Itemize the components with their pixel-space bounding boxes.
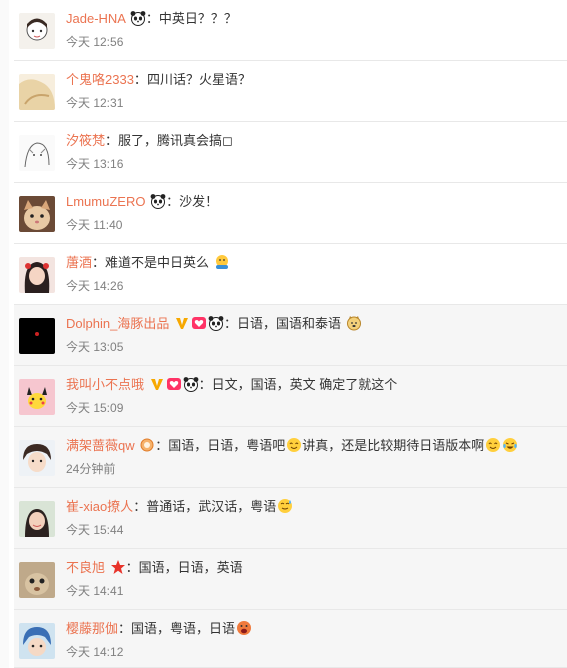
username-link[interactable]: 不良旭	[66, 560, 105, 575]
comment-text: 服了，腾讯真会搞◻	[118, 133, 233, 148]
smile-emoji	[286, 437, 302, 453]
panda-icon	[208, 315, 224, 331]
username-link[interactable]: Dolphin_海豚出品	[66, 316, 169, 331]
comment-text: 四川话？火星语？	[146, 72, 251, 87]
panda-icon	[150, 193, 166, 209]
avatar[interactable]	[19, 562, 55, 598]
comment-item: 不良旭 ：国语，日语，英语 今天 14:41	[14, 549, 567, 610]
comment-time: 今天 15:44	[66, 523, 124, 537]
comment-time: 今天 14:12	[66, 645, 124, 659]
comment-item: LmumuZERO ：沙发！ 今天 11:40	[14, 183, 567, 244]
comment-line: 樱藤那伽：国语，粤语，日语	[66, 620, 252, 638]
star-badge-icon[interactable]	[110, 559, 126, 575]
comment-text: 日语，国语和泰语	[236, 316, 341, 331]
comment-line: 满架蔷薇qw ：国语，日语，粤语吧 讲真，还是比较期待日语版本啊	[66, 437, 518, 455]
avatar[interactable]	[19, 623, 55, 659]
comment-item: 个鬼咯2333：四川话？火星语？ 今天 12:31	[14, 61, 567, 122]
comment-time: 今天 12:31	[66, 96, 124, 110]
comment-line: 个鬼咯2333：四川话？火星语？	[66, 72, 251, 87]
avatar[interactable]	[19, 440, 55, 476]
doge-emoji	[346, 315, 362, 331]
comment-time: 今天 14:41	[66, 584, 124, 598]
username-link[interactable]: 个鬼咯2333	[66, 72, 134, 87]
comment-line: Dolphin_海豚出品 ：日语，国语和泰语	[66, 315, 362, 333]
avatar[interactable]	[19, 13, 55, 49]
comment-text: 国语，日语，粤语吧	[168, 438, 286, 453]
comment-item: 蓎酒：难道不是中日英么 今天 14:26	[14, 244, 567, 305]
comment-item: Dolphin_海豚出品 ：日语，国语和泰语 今天 13:05	[14, 305, 567, 366]
comment-line: Jade-HNA ：中英日？？？	[66, 10, 237, 26]
username-link[interactable]: 崔-xiao撩人	[66, 499, 133, 514]
comment-item: Jade-HNA ：中英日？？？ 今天 12:56	[14, 0, 567, 61]
avatar[interactable]	[19, 135, 55, 171]
avatar[interactable]	[19, 379, 55, 415]
hug-emoji	[214, 254, 230, 270]
left-margin	[0, 0, 9, 668]
avatar[interactable]	[19, 257, 55, 293]
username-link[interactable]: 蓎酒	[66, 255, 92, 270]
panda-icon	[130, 10, 146, 26]
medal-icon[interactable]	[139, 437, 155, 453]
comment-time: 今天 12:56	[66, 35, 124, 49]
username-link[interactable]: 樱藤那伽	[66, 621, 118, 636]
vip-v-icon[interactable]	[174, 315, 190, 331]
cry-laugh-emoji	[502, 437, 518, 453]
heart-badge-icon[interactable]	[166, 376, 182, 392]
comment-text: 中英日？？？	[158, 11, 237, 26]
comment-item: 崔-xiao撩人：普通话，武汉话，粤语 今天 15:44	[14, 488, 567, 549]
comment-time: 24分钟前	[66, 462, 116, 476]
comment-time: 今天 15:09	[66, 401, 124, 415]
comment-line: 崔-xiao撩人：普通话，武汉话，粤语	[66, 498, 293, 516]
comment-text: 沙发！	[179, 194, 219, 209]
username-link[interactable]: LmumuZERO	[66, 194, 145, 209]
comment-list: Jade-HNA ：中英日？？？ 今天 12:56 个鬼咯2333：四川话？火星…	[0, 0, 567, 668]
comment-text: 国语，日语，英语	[138, 560, 243, 575]
username-link[interactable]: 满架蔷薇qw	[66, 438, 135, 453]
comment-time: 今天 13:16	[66, 157, 124, 171]
username-link[interactable]: 汐筱梵	[66, 133, 105, 148]
comment-item: 汐筱梵：服了，腾讯真会搞◻ 今天 13:16	[14, 122, 567, 183]
comment-item: 满架蔷薇qw ：国语，日语，粤语吧 讲真，还是比较期待日语版本啊 24分钟前	[14, 427, 567, 488]
comment-line: LmumuZERO ：沙发！	[66, 193, 219, 209]
username-link[interactable]: Jade-HNA	[66, 11, 125, 26]
comment-line: 汐筱梵：服了，腾讯真会搞◻	[66, 133, 233, 148]
avatar[interactable]	[19, 74, 55, 110]
heart-badge-icon[interactable]	[191, 315, 207, 331]
comment-time: 今天 11:40	[66, 218, 123, 232]
comment-item: 樱藤那伽：国语，粤语，日语 今天 14:12	[14, 610, 567, 668]
comment-item: 我叫小不点哦 ：日文，国语，英文 确定了就这个 今天 15:09	[14, 366, 567, 427]
comment-text: 普通话，武汉话，粤语	[146, 499, 277, 514]
vip-v-icon[interactable]	[149, 376, 165, 392]
comment-line: 不良旭 ：国语，日语，英语	[66, 559, 243, 575]
comment-text: 日文，国语，英文 确定了就这个	[211, 377, 398, 392]
comment-text: 国语，粤语，日语	[131, 621, 236, 636]
comment-time: 今天 14:26	[66, 279, 124, 293]
comment-line: 蓎酒：难道不是中日英么	[66, 254, 230, 272]
shocked-emoji	[236, 620, 252, 636]
comment-text-2: 讲真，还是比较期待日语版本啊	[302, 438, 485, 453]
smile-emoji	[485, 437, 501, 453]
sweat-emoji	[277, 498, 293, 514]
panda-icon	[183, 376, 199, 392]
comment-time: 今天 13:05	[66, 340, 124, 354]
comment-line: 我叫小不点哦 ：日文，国语，英文 确定了就这个	[66, 376, 398, 392]
avatar[interactable]	[19, 318, 55, 354]
avatar[interactable]	[19, 196, 55, 232]
avatar[interactable]	[19, 501, 55, 537]
username-link[interactable]: 我叫小不点哦	[66, 377, 144, 392]
comment-text: 难道不是中日英么	[105, 255, 210, 270]
